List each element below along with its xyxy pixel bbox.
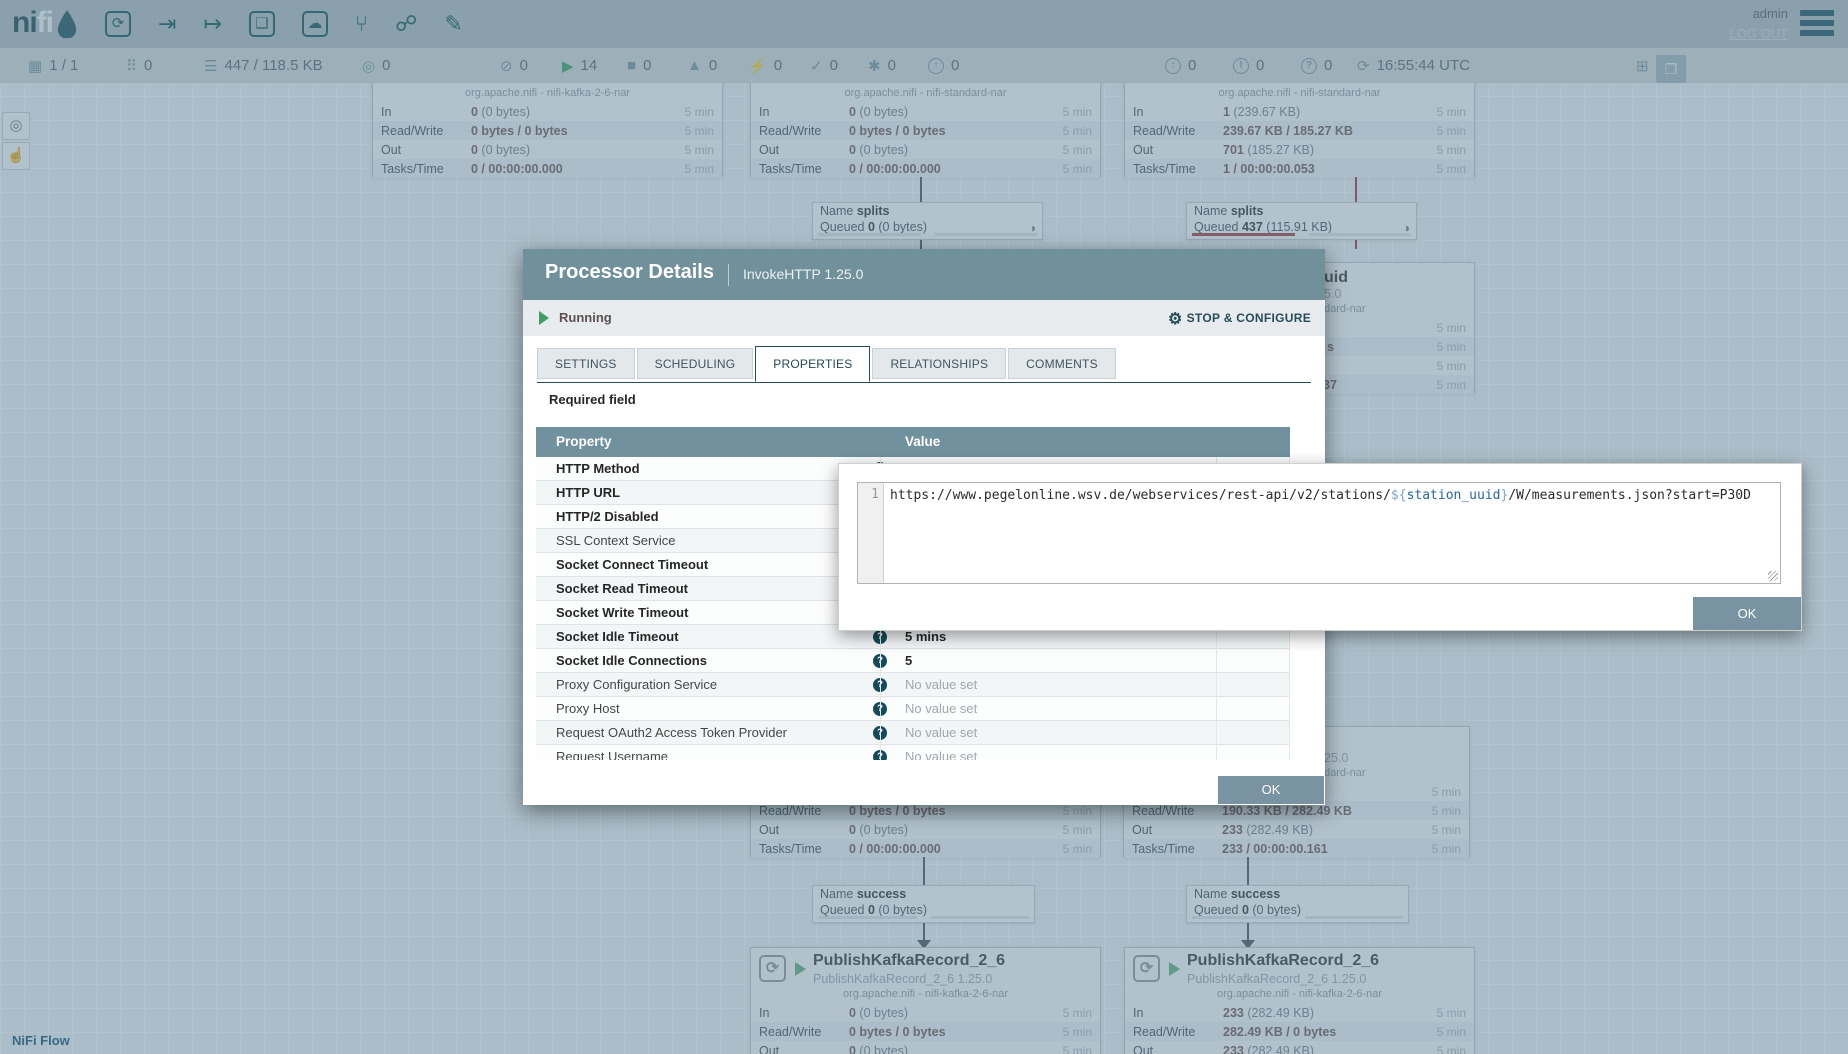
editor-ok-button[interactable]: OK (1693, 597, 1801, 630)
nifi-app: org.apache.nifi - nifi-kafka-2-6-nar In0… (0, 0, 1848, 1054)
tab-relationships[interactable]: RELATIONSHIPS (872, 348, 1006, 379)
line-number: 1 (871, 487, 879, 502)
tab-comments[interactable]: COMMENTS (1008, 348, 1116, 379)
gear-icon: ⚙ (1168, 311, 1183, 328)
property-row-request-username[interactable]: Request Username?No value set (536, 745, 1290, 760)
property-value-editor: 1 https://www.pegelonline.wsv.de/webserv… (838, 463, 1802, 631)
dialog-header: Processor Details InvokeHTTP 1.25.0 (523, 249, 1325, 300)
title-separator (728, 264, 729, 286)
stop-and-configure-button[interactable]: ⚙STOP & CONFIGURE (1168, 309, 1311, 329)
dialog-title: Processor Details (545, 261, 714, 284)
running-play-icon (539, 311, 556, 325)
resize-handle-icon[interactable] (1768, 571, 1778, 581)
run-status-text: Running (559, 310, 612, 325)
tab-settings[interactable]: SETTINGS (537, 348, 635, 379)
expression-open: ${ (1391, 488, 1407, 503)
column-value: Value (905, 427, 940, 457)
column-property: Property (556, 427, 612, 457)
tab-scheduling[interactable]: SCHEDULING (637, 348, 754, 379)
properties-table-header: Property Value (536, 427, 1290, 457)
tab-underline (537, 382, 1311, 383)
required-field-note: Required field (549, 392, 636, 407)
value-editor-area[interactable]: 1 https://www.pegelonline.wsv.de/webserv… (857, 482, 1781, 584)
tab-properties[interactable]: PROPERTIES (755, 346, 870, 382)
property-row-proxy-host[interactable]: Proxy Host?No value set (536, 697, 1290, 721)
dialog-status-row: Running ⚙STOP & CONFIGURE (523, 300, 1325, 336)
property-row-socket-idle-connections[interactable]: Socket Idle Connections?5 (536, 649, 1290, 673)
expression-variable: station_uuid (1407, 488, 1501, 503)
dialog-subtitle: InvokeHTTP 1.25.0 (743, 266, 863, 282)
dialog-ok-button[interactable]: OK (1218, 776, 1324, 804)
value-editor-input[interactable]: https://www.pegelonline.wsv.de/webservic… (884, 483, 1780, 583)
line-number-gutter: 1 (858, 483, 884, 583)
property-row-proxy-configuration-service[interactable]: Proxy Configuration Service?No value set (536, 673, 1290, 697)
property-row-oauth2-provider[interactable]: Request OAuth2 Access Token Provider?No … (536, 721, 1290, 745)
dialog-tabs: SETTINGS SCHEDULING PROPERTIES RELATIONS… (537, 348, 1116, 382)
